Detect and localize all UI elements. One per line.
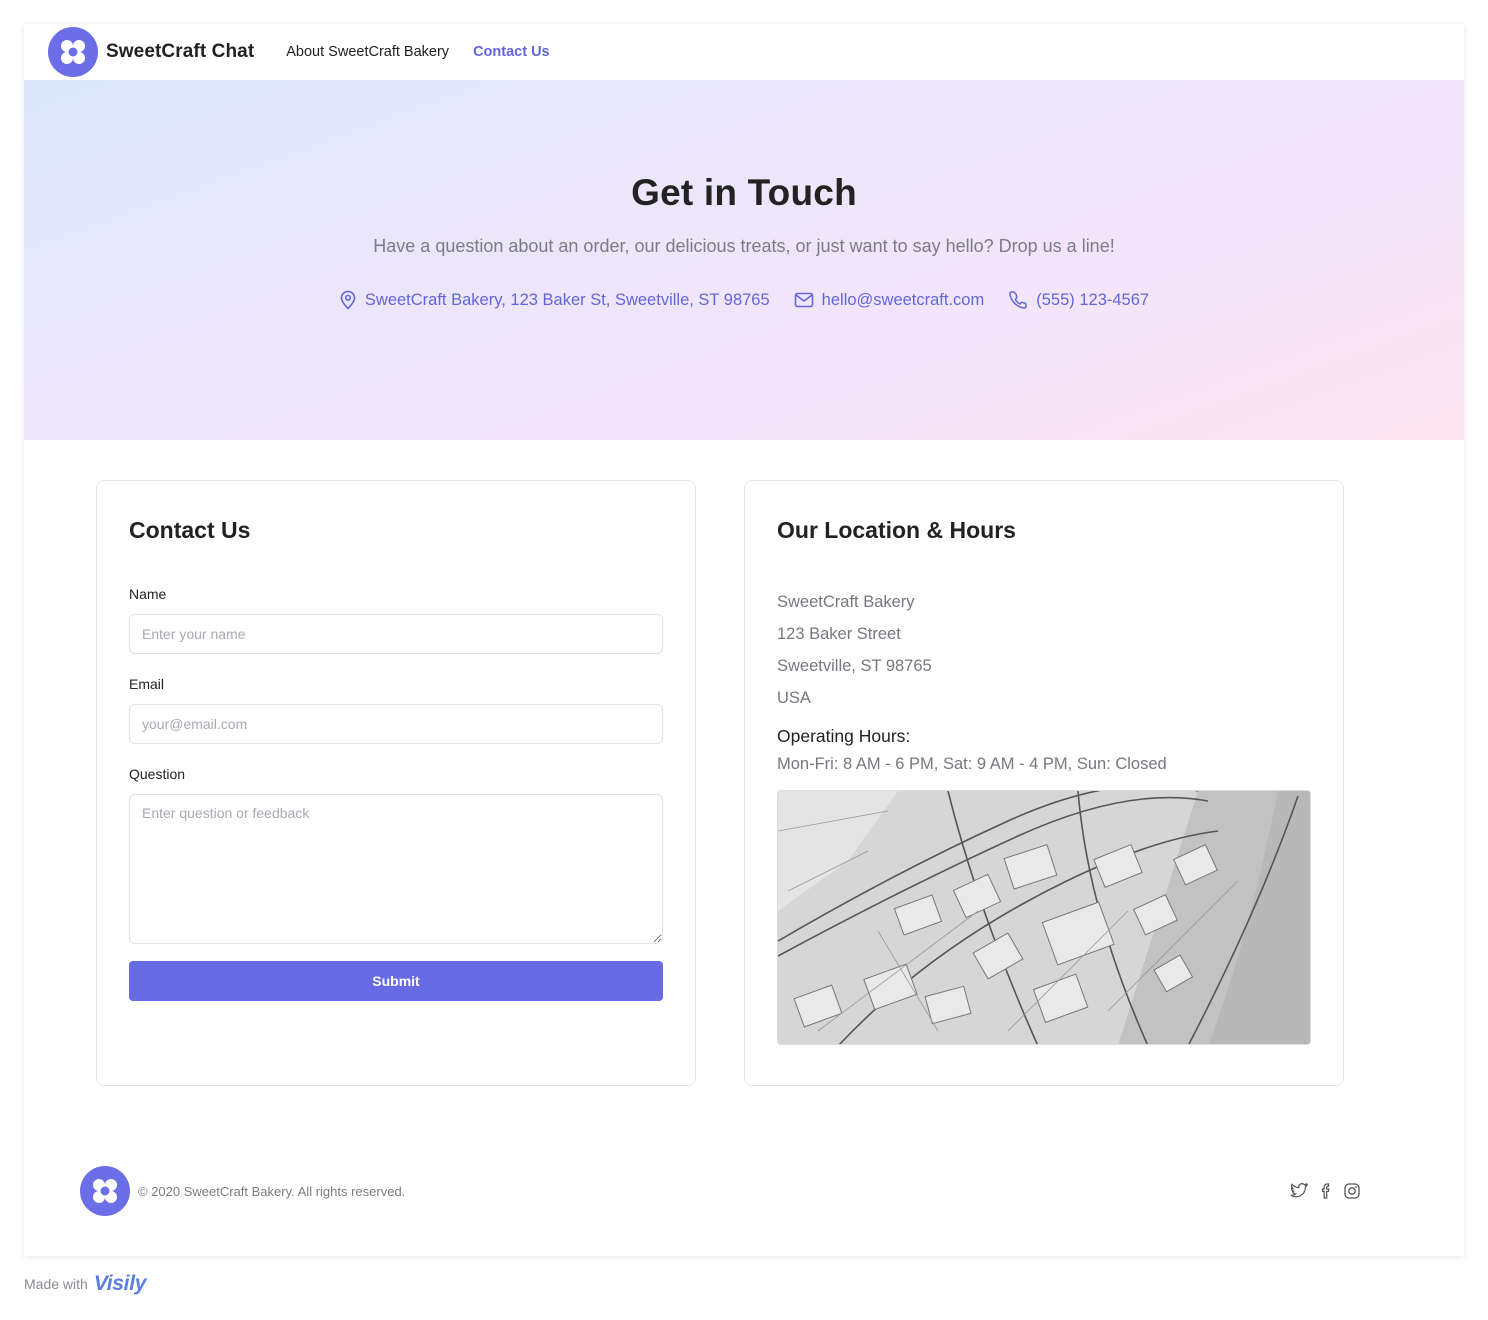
contact-form-card: Contact Us Name Email Question Submit	[96, 480, 696, 1086]
brand-logo-icon[interactable]	[48, 27, 98, 77]
address-text: SweetCraft Bakery, 123 Baker St, Sweetvi…	[364, 290, 770, 309]
address-line-3: Sweetville, ST 98765	[777, 657, 932, 675]
address-line-1: SweetCraft Bakery	[777, 593, 915, 611]
hero-section: Get in Touch Have a question about an or…	[24, 80, 1464, 440]
hours-title: Operating Hours:	[777, 726, 911, 746]
name-label: Name	[129, 586, 167, 602]
map-sketch-image	[778, 791, 1310, 1044]
footer: © 2020 SweetCraft Bakery. All rights res…	[80, 1166, 1360, 1216]
made-with-badge[interactable]: Made with Visily	[24, 1272, 146, 1296]
hero-title: Get in Touch	[631, 172, 857, 213]
twitter-icon[interactable]	[1290, 1183, 1308, 1199]
location-card: Our Location & Hours SweetCraft Bakery 1…	[744, 480, 1344, 1086]
hours-text: Mon-Fri: 8 AM - 6 PM, Sat: 9 AM - 4 PM, …	[777, 755, 1167, 773]
contact-address[interactable]: SweetCraft Bakery, 123 Baker St, Sweetvi…	[339, 290, 770, 310]
address-line-2: 123 Baker Street	[777, 625, 901, 643]
top-navigation: SweetCraft Chat About SweetCraft Bakery …	[24, 24, 1464, 80]
email-input[interactable]	[129, 704, 663, 744]
location-title: Our Location & Hours	[777, 517, 1016, 543]
address-block: SweetCraft Bakery 123 Baker Street Sweet…	[777, 586, 1311, 714]
contact-phone[interactable]: (555) 123-4567	[1008, 290, 1149, 310]
submit-button[interactable]: Submit	[129, 961, 663, 1001]
mail-icon	[794, 292, 813, 308]
contact-info-row: SweetCraft Bakery, 123 Baker St, Sweetvi…	[24, 290, 1464, 310]
email-label: Email	[129, 676, 165, 692]
flower-logo-glyph	[61, 40, 85, 64]
nav-about[interactable]: About SweetCraft Bakery	[286, 44, 449, 60]
nav-contact[interactable]: Contact Us	[473, 44, 550, 60]
instagram-icon[interactable]	[1344, 1183, 1360, 1199]
copyright-text: © 2020 SweetCraft Bakery. All rights res…	[138, 1183, 406, 1199]
made-with-text: Made with	[24, 1276, 88, 1292]
form-title: Contact Us	[129, 517, 251, 543]
map-pin-icon	[340, 290, 356, 310]
brand-name[interactable]: SweetCraft Chat	[106, 41, 254, 63]
visily-logo: Visily	[93, 1272, 147, 1295]
map-image[interactable]	[777, 790, 1311, 1045]
address-line-4: USA	[777, 689, 811, 707]
question-textarea[interactable]	[129, 794, 663, 944]
facebook-icon[interactable]	[1320, 1183, 1332, 1199]
question-label: Question	[129, 766, 186, 782]
footer-logo-icon[interactable]	[80, 1166, 130, 1216]
name-input[interactable]	[129, 614, 663, 654]
email-text: hello@sweetcraft.com	[821, 290, 985, 309]
content-cards: Contact Us Name Email Question Submit Ou…	[96, 480, 1344, 1086]
social-links	[1290, 1183, 1360, 1199]
phone-text: (555) 123-4567	[1036, 290, 1150, 309]
contact-email[interactable]: hello@sweetcraft.com	[794, 290, 985, 310]
phone-icon	[1009, 291, 1027, 309]
hero-lead: Have a question about an order, our deli…	[373, 236, 1115, 256]
flower-logo-glyph	[93, 1179, 117, 1203]
